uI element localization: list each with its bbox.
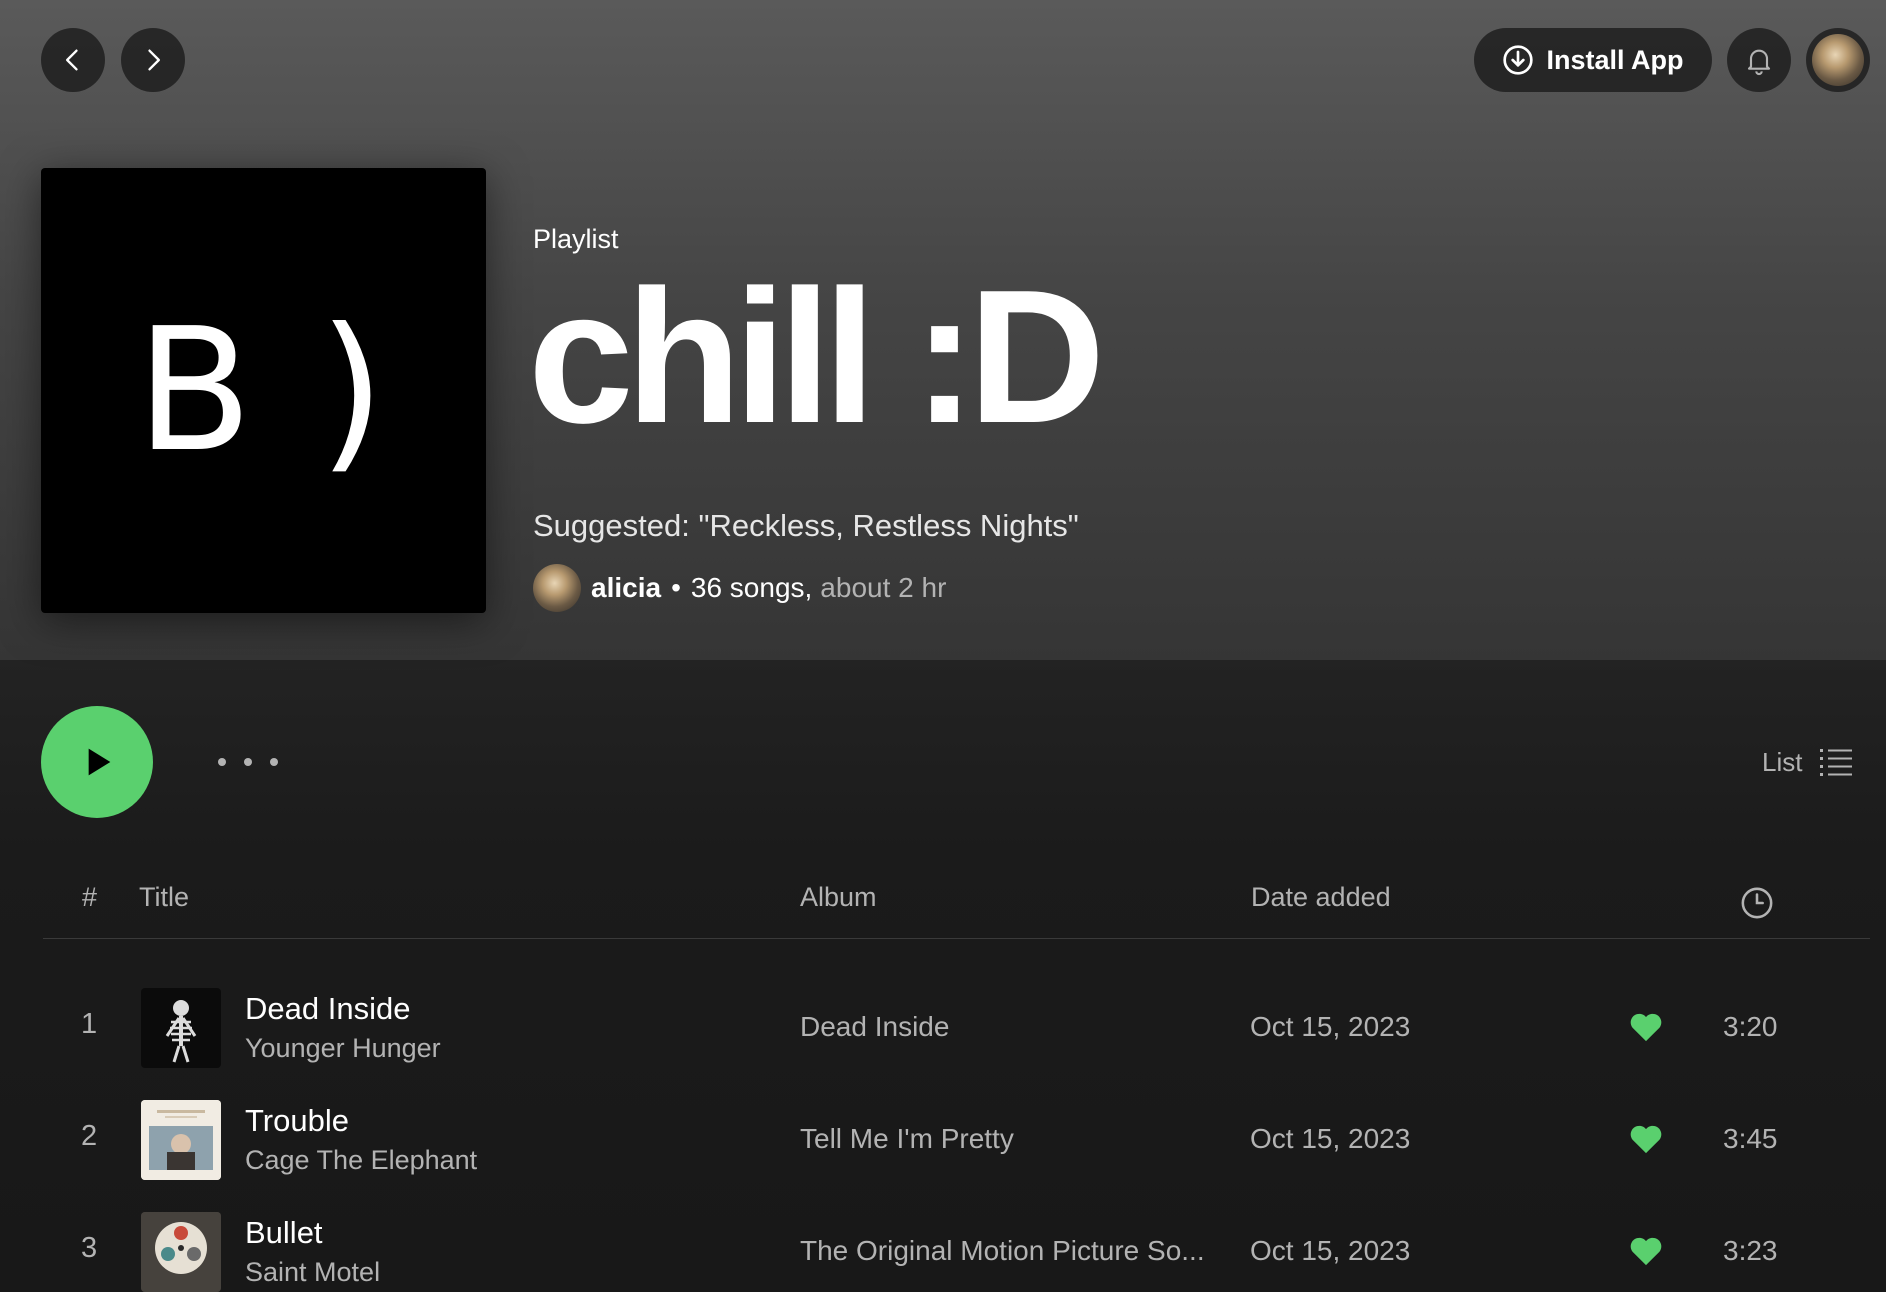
- column-header-number: #: [82, 882, 98, 912]
- song-count: 36 songs,: [690, 572, 813, 603]
- view-mode-label: List: [1762, 746, 1803, 777]
- track-number: 2: [81, 1120, 98, 1152]
- view-mode-button[interactable]: List: [1762, 742, 1853, 782]
- playlist-description: Suggested: "Reckless, Restless Nights": [533, 508, 1079, 543]
- column-header-title[interactable]: Title: [139, 882, 189, 913]
- track-duration: 3:23: [1723, 1235, 1778, 1266]
- owner-name-link[interactable]: alicia: [591, 572, 661, 604]
- forward-button[interactable]: [121, 28, 185, 92]
- track-album[interactable]: The Original Motion Picture So...: [800, 1235, 1205, 1267]
- track-artist[interactable]: Cage The Elephant: [245, 1145, 477, 1176]
- track-duration: 3:45: [1723, 1123, 1778, 1154]
- heart-icon: [1630, 1013, 1662, 1042]
- track-row[interactable]: 1 Dead Inside Younger Hunger Dead Inside…: [43, 977, 1870, 1077]
- play-button[interactable]: [41, 706, 153, 818]
- track-title[interactable]: Trouble: [245, 1103, 349, 1139]
- track-artist[interactable]: Younger Hunger: [245, 1033, 441, 1064]
- track-row[interactable]: 2 Trouble Cage The Elephant Tell Me I'm …: [43, 1089, 1870, 1189]
- track-list-background: [0, 660, 1886, 1292]
- install-app-button[interactable]: Install App: [1474, 28, 1712, 92]
- track-artist[interactable]: Saint Motel: [245, 1257, 380, 1288]
- track-duration: 3:20: [1723, 1011, 1778, 1042]
- chevron-left-icon: [66, 49, 78, 71]
- track-album[interactable]: Tell Me I'm Pretty: [800, 1123, 1014, 1155]
- cover-text: B ): [136, 291, 391, 490]
- chevron-right-icon: [148, 49, 160, 71]
- track-album[interactable]: Dead Inside: [800, 1011, 949, 1043]
- reel-artwork-icon: [141, 1212, 221, 1292]
- playlist-cover-image: B ): [41, 168, 486, 613]
- header-divider: [43, 938, 1870, 939]
- liked-heart-button[interactable]: [1629, 1235, 1663, 1272]
- liked-heart-button[interactable]: [1629, 1123, 1663, 1160]
- column-header-duration[interactable]: [1740, 886, 1774, 927]
- playlist-meta: alicia • 36 songs, about 2 hr: [533, 564, 946, 612]
- track-title[interactable]: Bullet: [245, 1215, 323, 1251]
- meta-separator: •: [671, 572, 681, 603]
- heart-icon: [1630, 1237, 1662, 1266]
- track-date-added: Oct 15, 2023: [1250, 1123, 1411, 1154]
- track-artwork: [141, 988, 221, 1068]
- track-artwork: [141, 1212, 221, 1292]
- track-number: 1: [81, 1008, 98, 1040]
- bell-icon: [1747, 49, 1771, 75]
- install-app-label: Install App: [1546, 44, 1684, 75]
- playlist-duration: about 2 hr: [820, 572, 947, 603]
- track-title[interactable]: Dead Inside: [245, 991, 410, 1027]
- playlist-title: chill :D: [528, 251, 1105, 463]
- list-icon: [1820, 749, 1853, 776]
- track-row[interactable]: 3 Bullet Saint Motel The Original Motion…: [43, 1201, 1870, 1292]
- avatar: [1812, 34, 1864, 86]
- track-artwork: [141, 1100, 221, 1180]
- more-options-button[interactable]: [218, 742, 278, 782]
- play-icon: [88, 748, 111, 776]
- track-date-added: Oct 15, 2023: [1250, 1235, 1411, 1266]
- column-header-album[interactable]: Album: [800, 882, 877, 913]
- column-header-date-added[interactable]: Date added: [1251, 882, 1391, 913]
- album-photo-artwork-icon: [141, 1100, 221, 1180]
- download-circle-icon: [1503, 45, 1534, 75]
- notifications-button[interactable]: [1727, 28, 1791, 92]
- track-number: 3: [81, 1232, 98, 1264]
- owner-avatar[interactable]: [533, 564, 581, 612]
- more-icon: [218, 758, 226, 766]
- back-button[interactable]: [41, 28, 105, 92]
- track-date-added: Oct 15, 2023: [1250, 1011, 1411, 1042]
- skeleton-artwork-icon: [165, 1000, 197, 1063]
- heart-icon: [1630, 1125, 1662, 1154]
- clock-icon: [1741, 887, 1773, 919]
- user-avatar-button[interactable]: [1806, 28, 1870, 92]
- liked-heart-button[interactable]: [1629, 1011, 1663, 1048]
